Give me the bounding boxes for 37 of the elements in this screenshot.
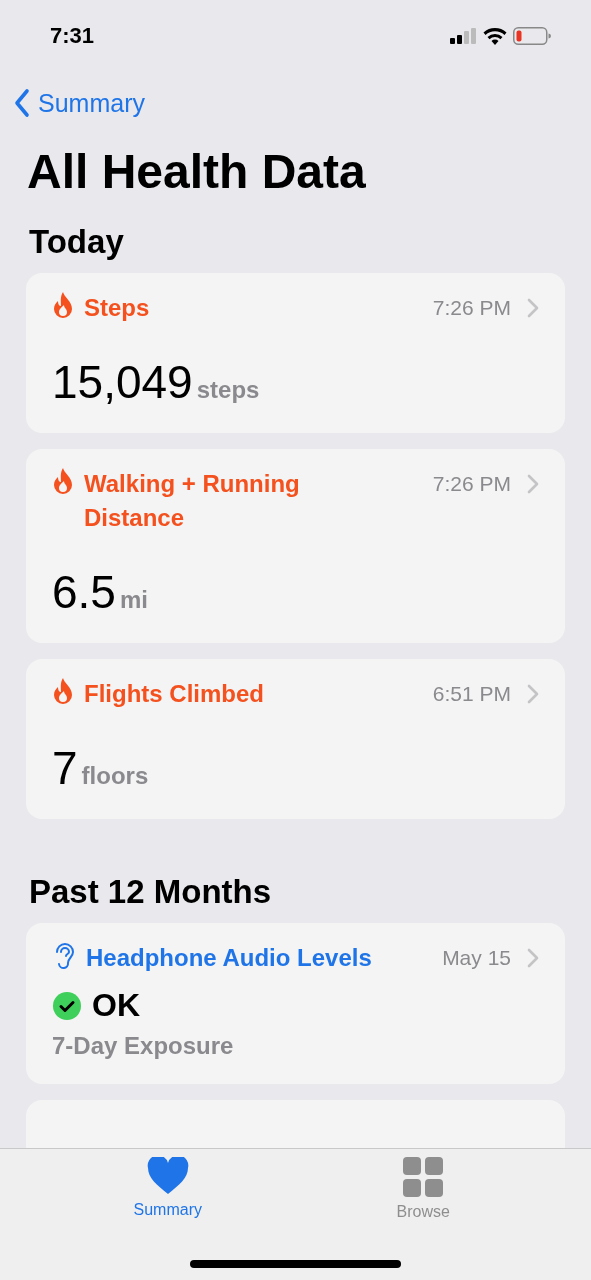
heart-icon: [146, 1157, 189, 1195]
card-title: Flights Climbed: [84, 679, 265, 709]
metric-unit: steps: [196, 376, 260, 404]
data-card[interactable]: Headphone Audio Levels May 15 OK 7-Day Exposure: [26, 923, 565, 1084]
chevron-icon: [527, 298, 539, 318]
card-title: Walking + Running Distance: [84, 469, 301, 533]
metric-value: 15,049: [52, 355, 193, 409]
section-heading: Past 12 Months: [29, 873, 273, 911]
status-time: 7:31: [50, 23, 95, 49]
card-time: 7:26 PM: [432, 471, 511, 497]
card-time: 7:26 PM: [432, 295, 511, 321]
data-card[interactable]: Walking + Running Distance 7:26 PM 6.5 mi: [26, 449, 565, 643]
tab-item[interactable]: Summary: [107, 1157, 228, 1227]
back-button[interactable]: Summary: [14, 88, 145, 118]
check-icon: [52, 990, 82, 1021]
metric-unit: floors: [81, 762, 149, 790]
back-chevron-icon: [14, 88, 30, 118]
data-card[interactable]: Steps 7:26 PM 15,049 steps: [26, 273, 565, 433]
card-time: May 15: [442, 945, 511, 971]
battery-icon: [513, 27, 551, 45]
card-title: Headphone Audio Levels: [86, 943, 373, 973]
metric-value: 7: [52, 741, 78, 795]
grid-icon: [403, 1157, 444, 1197]
wifi-icon: [483, 27, 507, 45]
section-heading: Today: [29, 223, 125, 261]
card-time: 6:51 PM: [432, 681, 511, 707]
page-title: All Health Data: [27, 144, 367, 199]
metric-value: 6.5: [52, 565, 116, 619]
chevron-icon: [527, 684, 539, 704]
metric-unit: mi: [119, 586, 148, 614]
status-value: OK: [92, 987, 140, 1024]
chevron-icon: [527, 948, 539, 968]
status-caption: 7-Day Exposure: [52, 1032, 235, 1060]
data-card[interactable]: Flights Climbed 6:51 PM 7 floors: [26, 659, 565, 819]
chevron-icon: [527, 474, 539, 494]
card-title: Steps: [84, 293, 151, 323]
signal-icon: [450, 28, 477, 44]
